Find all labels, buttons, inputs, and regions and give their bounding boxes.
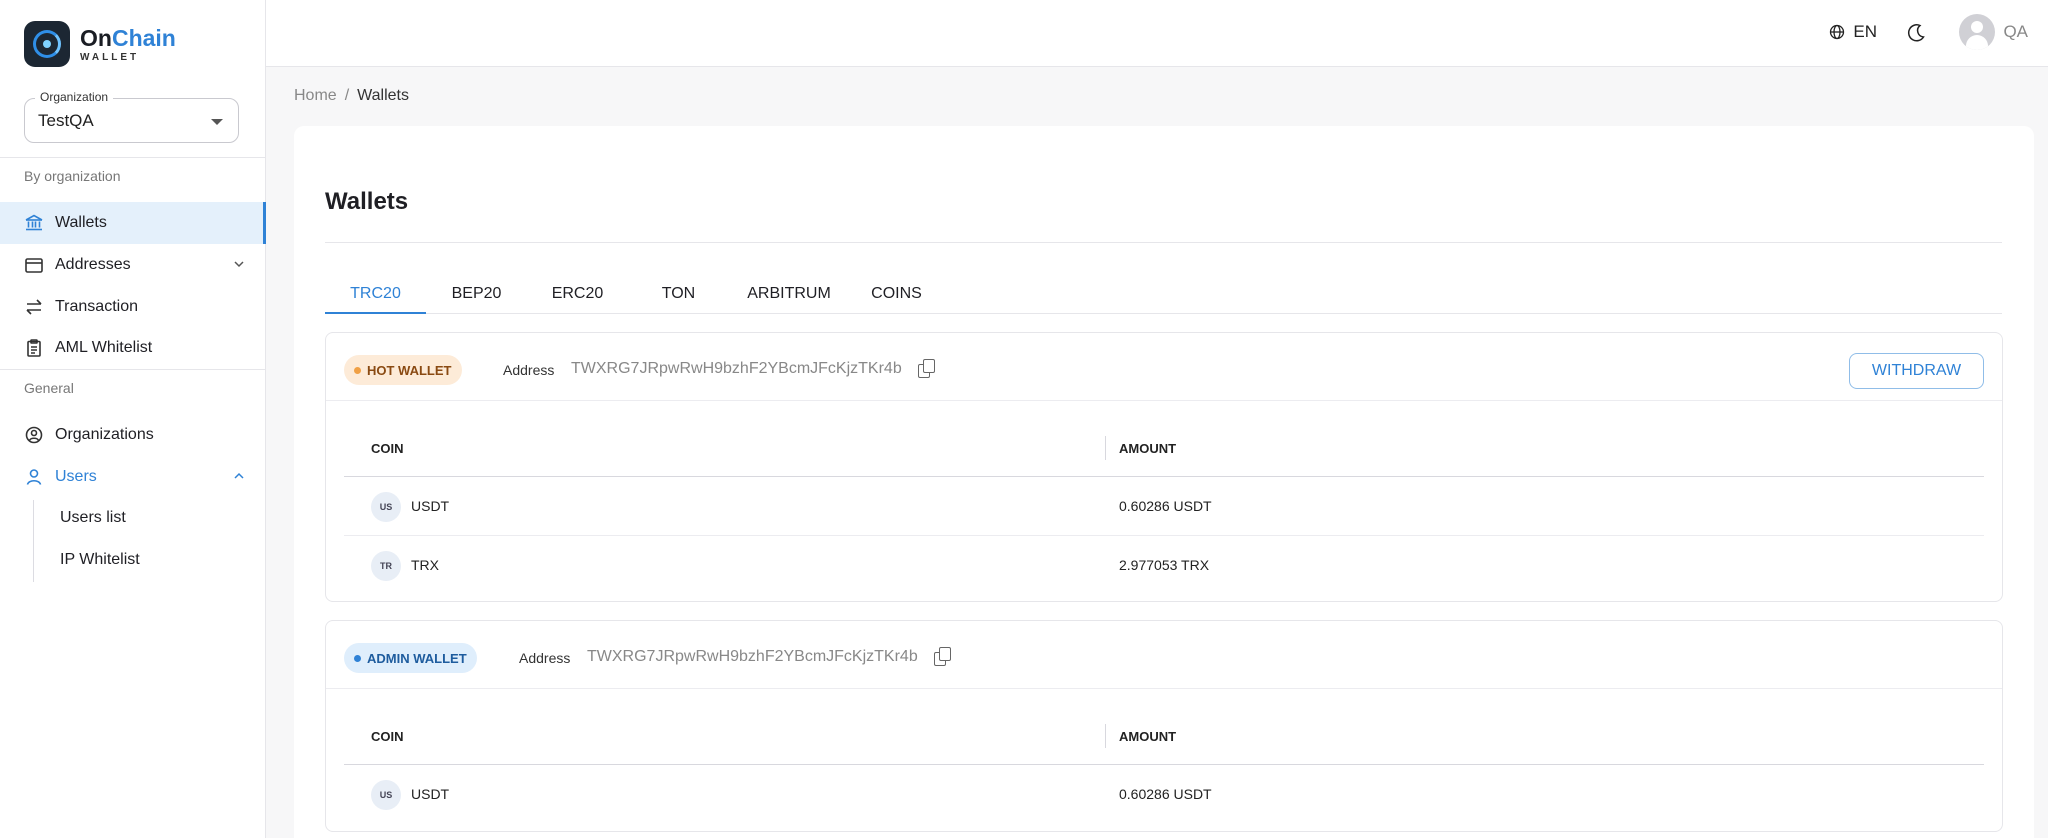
sidebar-item-label: Transaction [55,298,138,315]
user-initials[interactable]: QA [2003,22,2028,42]
submenu-guide-line [33,500,34,582]
coin-amount: 0.60286 USDT [1119,498,1212,514]
copy-icon[interactable] [918,359,936,379]
sidebar-item-label: Wallets [55,214,107,231]
coin-amount: 2.977053 TRX [1119,557,1210,573]
sidebar-item-transaction[interactable]: Transaction [0,286,266,328]
tab-arbitrum[interactable]: ARBITRUM [729,276,849,314]
sidebar-item-organizations[interactable]: Organizations [0,414,266,456]
sidebar-item-wallets[interactable]: Wallets [0,202,266,244]
language-switcher[interactable]: EN [1829,22,1877,42]
admin-wallet-badge: ADMIN WALLET [344,643,477,673]
caret-down-icon [211,119,223,125]
globe-icon [1830,24,1845,40]
sidebar-item-label: AML Whitelist [55,339,153,356]
coin-name: USDT [411,498,450,514]
section-label-general: General [24,380,74,396]
table-header: COIN AMOUNT [344,421,1984,477]
logo-subtitle: WALLET [80,52,140,63]
card-divider [325,242,2002,243]
tab-ton[interactable]: TON [628,276,729,314]
sidebar-subitem-users-list[interactable]: Users list [60,509,126,527]
hot-wallet-panel: HOT WALLET Address TWXRG7JRpwRwH9bzhF2YB… [325,332,2003,602]
sidebar-item-label: Addresses [55,256,131,273]
tab-bep20[interactable]: BEP20 [426,276,527,314]
table-row: TR TRX 2.977053 TRX [344,537,1984,595]
column-header-amount: AMOUNT [1119,729,1177,744]
organization-select[interactable]: Organization TestQA [24,90,239,143]
withdraw-button[interactable]: WITHDRAW [1849,353,1984,389]
section-label-by-organization: By organization [24,168,121,184]
avatar[interactable] [1959,14,1995,50]
sidebar-divider [0,369,266,370]
coin-icon: US [371,492,401,522]
topbar: EN QA [266,0,2048,67]
organization-select-label: Organization [35,90,114,104]
sidebar-item-aml-whitelist[interactable]: AML Whitelist [0,327,266,369]
admin-wallet-panel: ADMIN WALLET Address TWXRG7JRpwRwH9bzhF2… [325,620,2003,832]
coin-icon: TR [371,551,401,581]
moon-icon[interactable] [1905,22,1927,44]
chevron-down-icon [234,261,244,268]
coin-icon: US [371,780,401,810]
sidebar: OnChain WALLET Organization TestQA By or… [0,0,266,838]
network-tabs: TRC20 BEP20 ERC20 TON ARBITRUM COINS [325,276,2002,314]
table-header: COIN AMOUNT [344,709,1984,765]
logo-name: OnChain [80,25,176,51]
organization-select-value: TestQA [38,111,94,130]
sidebar-subitem-ip-whitelist[interactable]: IP Whitelist [60,551,140,569]
tab-trc20[interactable]: TRC20 [325,276,426,314]
hot-wallet-badge: HOT WALLET [344,355,462,385]
column-header-coin: COIN [371,441,404,456]
column-header-amount: AMOUNT [1119,441,1177,456]
sidebar-item-addresses[interactable]: Addresses [0,244,266,286]
organizations-icon [25,426,43,444]
wallet-address: TWXRG7JRpwRwH9bzhF2YBcmJFcKjzTKr4b [587,648,918,665]
page-title: Wallets [325,188,409,215]
bank-icon [25,214,43,231]
sidebar-item-users[interactable]: Users [0,456,266,498]
wallet-icon [25,258,43,273]
coin-amount: 0.60286 USDT [1119,786,1212,802]
logo-mark-icon [24,21,70,67]
sidebar-item-label: Users [55,468,97,485]
wallets-card: Wallets TRC20 BEP20 ERC20 TON ARBITRUM C… [294,126,2034,838]
tab-coins[interactable]: COINS [849,276,944,314]
chevron-up-icon [234,472,244,479]
tab-erc20[interactable]: ERC20 [527,276,628,314]
table-row: US USDT 0.60286 USDT [344,766,1984,824]
address-label: Address [519,650,571,666]
copy-icon[interactable] [934,647,952,667]
coin-name: TRX [411,557,439,573]
breadcrumb: Home / Wallets [294,87,409,105]
coin-name: USDT [411,786,450,802]
app-logo[interactable]: OnChain WALLET [24,21,176,67]
breadcrumb-separator: / [344,87,350,104]
table-row: US USDT 0.60286 USDT [344,478,1984,536]
sidebar-item-label: Organizations [55,426,154,443]
column-header-coin: COIN [371,729,404,744]
swap-icon [26,299,42,315]
breadcrumb-home[interactable]: Home [294,87,337,104]
sidebar-divider [0,157,266,158]
breadcrumb-current: Wallets [357,87,409,104]
clipboard-icon [27,339,41,357]
language-label: EN [1853,22,1877,41]
wallet-address: TWXRG7JRpwRwH9bzhF2YBcmJFcKjzTKr4b [571,360,902,377]
address-label: Address [503,362,555,378]
user-icon [26,469,42,485]
